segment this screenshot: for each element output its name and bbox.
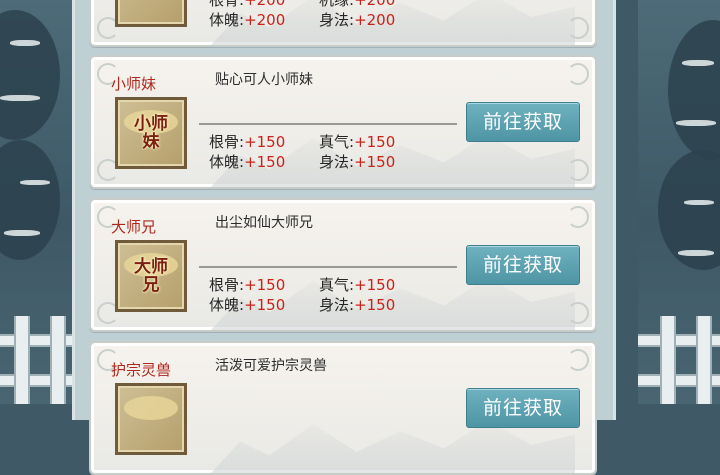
stat-shenfa: 身法:+200 [319,11,396,29]
stat-zhenqi: 真气:+150 [319,133,396,151]
go-obtain-button[interactable]: 前往获取 [466,245,580,285]
list-item: 小师妹 贴心可人小师妹 小师 妹 根骨:+150 真气:+150 体魄:+150… [89,55,597,189]
stat-gengu: 根骨:+150 [209,276,286,294]
left-scenery [0,0,82,404]
stat-shenfa: 身法:+150 [319,153,396,171]
swirl-ornament-icon [567,302,589,324]
swirl-ornament-icon [567,349,589,371]
right-scenery [638,0,720,404]
companion-description: 贴心可人小师妹 [215,72,313,88]
companion-description: 活泼可爱护宗灵兽 [215,358,327,374]
companion-name: 小师妹 [111,75,157,93]
companion-list[interactable]: 如神 根骨:+200 机缘:+200 体魄:+200 身法:+200 小师妹 贴… [72,0,616,475]
swirl-ornament-icon [567,17,589,39]
divider [199,123,457,125]
stat-gengu: 根骨:+150 [209,133,286,151]
swirl-ornament-icon [567,159,589,181]
companion-portrait-icon [115,383,187,455]
list-item: 如神 根骨:+200 机缘:+200 体魄:+200 身法:+200 [89,0,597,47]
companion-portrait-icon: 大师 兄 [115,240,187,312]
go-obtain-button[interactable]: 前往获取 [466,388,580,428]
stat-tipo: 体魄:+150 [209,296,286,314]
go-obtain-button[interactable]: 前往获取 [466,102,580,142]
companion-description: 出尘如仙大师兄 [215,215,313,231]
list-item: 护宗灵兽 活泼可爱护宗灵兽 前往获取 [89,341,597,475]
companion-portrait-icon: 小师 妹 [115,97,187,169]
stat-shenfa: 身法:+150 [319,296,396,314]
swirl-ornament-icon [567,206,589,228]
companion-portrait-icon: 如神 [115,0,187,27]
companion-name: 大师兄 [111,218,157,236]
fence [0,316,82,404]
swirl-ornament-icon [567,63,589,85]
divider [199,266,457,268]
companion-name: 护宗灵兽 [111,361,172,379]
fence [638,316,720,404]
stat-tipo: 体魄:+200 [209,11,286,29]
stat-tipo: 体魄:+150 [209,153,286,171]
stat-zhenqi: 真气:+150 [319,276,396,294]
list-item: 大师兄 出尘如仙大师兄 大师 兄 根骨:+150 真气:+150 体魄:+150… [89,198,597,332]
